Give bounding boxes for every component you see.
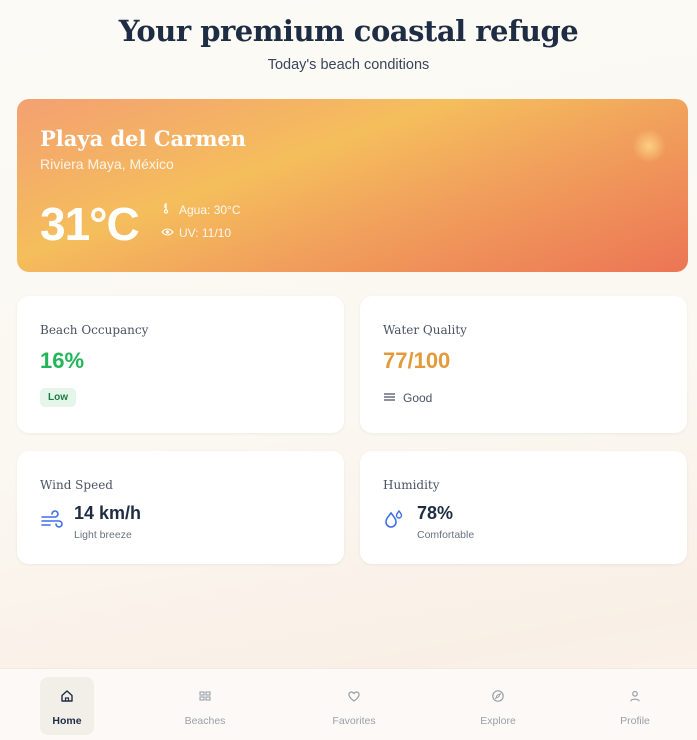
nav-label: Favorites [332,715,376,727]
water-temperature-text: Agua: 30°C [179,203,241,217]
water-quality-value: 77/100 [383,348,451,373]
humidity-card[interactable]: Humidity 78% Comfortable [360,451,687,564]
sun-glow-icon [632,129,666,163]
nav-label: Profile [620,715,650,727]
page-title: Your premium coastal refuge [118,14,579,48]
hero-temperature: 31°C [40,198,140,250]
card-label: Beach Occupancy [40,323,149,337]
nav-item-profile[interactable]: Profile [600,677,670,735]
user-icon [600,689,670,707]
nav-label: Home [52,715,82,727]
home-icon [40,689,94,707]
nav-label: Beaches [184,715,226,727]
bottom-navigation: Home Beaches Favorites Explore Profile [0,668,697,740]
wind-icon [40,509,64,531]
wind-speed-value: 14 km/h [74,503,142,523]
water-quality-card[interactable]: Water Quality 77/100 Good [360,296,687,433]
nav-item-home[interactable]: Home [40,677,94,735]
droplets-icon [383,509,407,531]
eye-icon [159,226,175,240]
page-subtitle: Today's beach conditions [267,57,430,73]
occupancy-value: 16% [40,348,85,373]
grid-icon [170,689,240,707]
humidity-value: 78% [417,503,454,523]
compass-icon [463,689,533,707]
card-label: Water Quality [383,323,467,337]
water-quality-status: Good [383,391,432,405]
water-temperature: Agua: 30°C [159,202,241,217]
hero-city: Playa del Carmen [40,126,247,151]
status-badge: Low [40,388,76,407]
thermometer-icon [159,202,175,217]
nav-item-favorites[interactable]: Favorites [319,677,389,735]
uv-index-text: UV: 11/10 [179,226,232,240]
card-label: Wind Speed [40,478,113,492]
wind-speed-note: Light breeze [74,529,132,541]
hero-region: Riviera Maya, México [40,156,174,172]
waves-icon [383,391,397,405]
nav-label: Explore [480,715,516,727]
uv-index: UV: 11/10 [159,226,231,240]
heart-icon [319,689,389,707]
water-quality-status-text: Good [403,391,433,405]
beach-occupancy-card[interactable]: Beach Occupancy 16% Low [17,296,344,433]
nav-item-explore[interactable]: Explore [463,677,533,735]
card-label: Humidity [383,478,440,492]
weather-hero-card[interactable]: Playa del Carmen Riviera Maya, México 31… [17,99,688,272]
humidity-note: Comfortable [417,529,475,541]
wind-speed-card[interactable]: Wind Speed 14 km/h Light breeze [17,451,344,564]
nav-item-beaches[interactable]: Beaches [170,677,240,735]
